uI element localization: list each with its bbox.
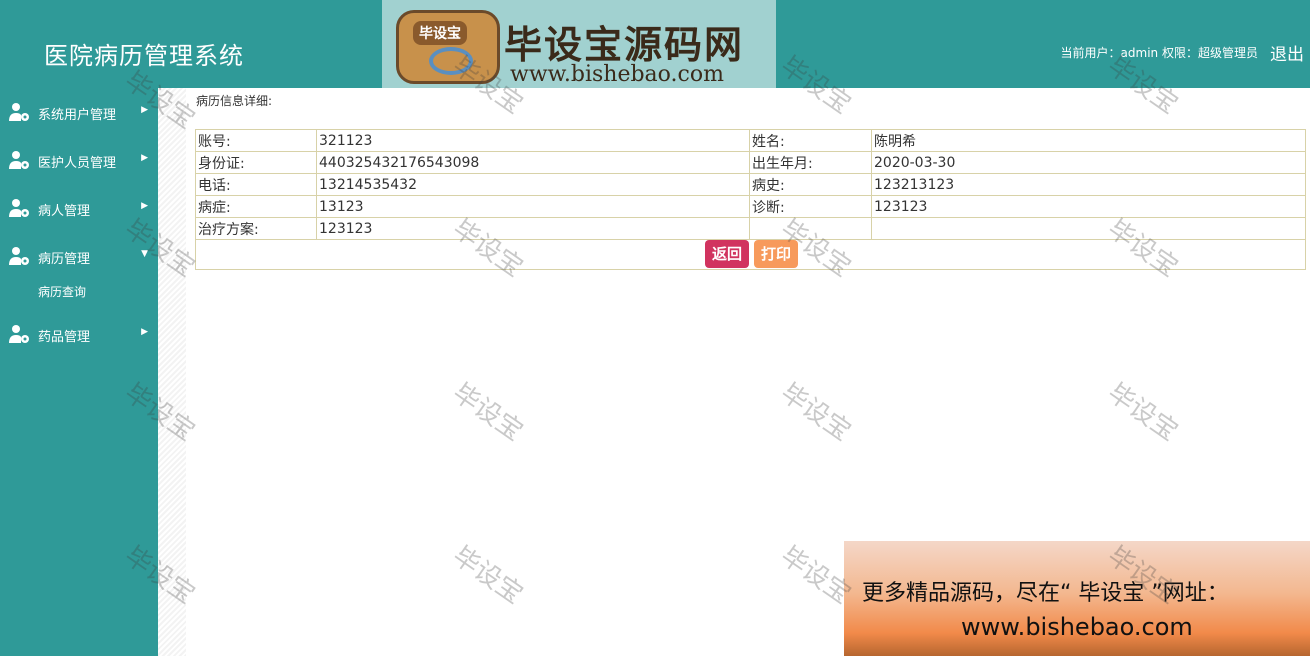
record-detail-table: 账号: 321123 姓名: 陈明希 身份证: 4403254321765430… <box>195 129 1306 240</box>
sidebar-item-medical-staff[interactable]: 医护人员管理 ▶ <box>0 142 158 178</box>
logout-link[interactable]: 退出 <box>1270 40 1304 65</box>
field-label: 诊断: <box>749 195 872 218</box>
user-gear-icon <box>9 103 29 121</box>
watermark-logo-icon: 毕设宝 <box>396 10 500 84</box>
field-label: 电话: <box>195 173 317 196</box>
table-row: 治疗方案: 123123 <box>195 217 1306 240</box>
field-label: 治疗方案: <box>195 217 317 240</box>
field-label <box>749 217 872 240</box>
promo-banner-text: 更多精品源码，尽在“ 毕设宝 ”网址： <box>862 581 1229 606</box>
sidebar-item-system-users[interactable]: 系统用户管理 ▶ <box>0 94 158 130</box>
field-label: 账号: <box>195 129 317 152</box>
caret-down-icon: ▼ <box>141 249 148 259</box>
sidebar-item-medical-records[interactable]: 病历管理 ▼ <box>0 238 158 274</box>
header-bar: 医院病历管理系统 毕设宝 毕设宝源码网 www.bishebao.com 当前用… <box>0 0 1310 88</box>
table-row: 身份证: 440325432176543098 出生年月: 2020-03-30 <box>195 151 1306 174</box>
promo-banner: 更多精品源码，尽在“ 毕设宝 ”网址： www.bishebao.com <box>844 541 1310 656</box>
back-button[interactable]: 返回 <box>705 240 749 268</box>
sidebar-item-label: 药品管理 <box>38 330 91 345</box>
permission-value: 超级管理员 <box>1197 46 1258 60</box>
watermark-logo-ring <box>429 47 473 75</box>
watermark-logo-text: 毕设宝 <box>413 21 467 45</box>
page: 医院病历管理系统 毕设宝 毕设宝源码网 www.bishebao.com 当前用… <box>0 0 1310 656</box>
user-gear-icon <box>9 151 29 169</box>
promo-banner-url: www.bishebao.com <box>961 613 1193 641</box>
watermark-text: 毕设宝 <box>1102 377 1184 448</box>
caret-right-icon: ▶ <box>141 105 148 115</box>
field-value: 2020-03-30 <box>871 151 1306 174</box>
field-label: 身份证: <box>195 151 317 174</box>
caret-right-icon: ▶ <box>141 327 148 337</box>
app-title: 医院病历管理系统 <box>44 42 244 70</box>
sidebar: 系统用户管理 ▶ 医护人员管理 ▶ 病人管理 ▶ 病历管理 ▼ 病历查询 药品管… <box>0 88 158 656</box>
user-gear-icon <box>9 325 29 343</box>
sidebar-divider <box>158 88 186 656</box>
current-user: admin <box>1120 46 1159 60</box>
table-row: 账号: 321123 姓名: 陈明希 <box>195 129 1306 152</box>
submenu-item-record-query[interactable]: 病历查询 <box>38 283 86 300</box>
watermark-text: 毕设宝 <box>775 377 857 448</box>
permission-label: 权限： <box>1161 46 1198 60</box>
caret-right-icon: ▶ <box>141 201 148 211</box>
table-row: 电话: 13214535432 病史: 123213123 <box>195 173 1306 196</box>
sidebar-item-label: 医护人员管理 <box>38 156 117 171</box>
field-value: 123213123 <box>871 173 1306 196</box>
caret-right-icon: ▶ <box>141 153 148 163</box>
field-value: 123123 <box>871 195 1306 218</box>
sidebar-item-label: 病历管理 <box>38 252 91 267</box>
field-label: 出生年月: <box>749 151 872 174</box>
field-value: 陈明希 <box>871 129 1306 152</box>
print-button[interactable]: 打印 <box>754 240 798 268</box>
sidebar-item-medicine[interactable]: 药品管理 ▶ <box>0 316 158 352</box>
field-value <box>871 217 1306 240</box>
watermark-url: www.bishebao.com <box>510 62 724 87</box>
user-gear-icon <box>9 247 29 265</box>
watermark-text: 毕设宝 <box>447 377 529 448</box>
field-label: 姓名: <box>749 129 872 152</box>
user-gear-icon <box>9 199 29 217</box>
sidebar-item-patients[interactable]: 病人管理 ▶ <box>0 190 158 226</box>
content-title: 病历信息详细: <box>196 94 273 108</box>
field-value: 13214535432 <box>316 173 750 196</box>
watermark-logo-banner: 毕设宝 毕设宝源码网 www.bishebao.com <box>382 0 776 88</box>
field-label: 病症: <box>195 195 317 218</box>
watermark-brand: 毕设宝源码网 <box>504 23 745 67</box>
field-value: 321123 <box>316 129 750 152</box>
sidebar-item-label: 病人管理 <box>38 204 91 219</box>
sidebar-item-label: 系统用户管理 <box>38 108 117 123</box>
current-user-label: 当前用户： <box>1060 46 1121 60</box>
action-row: 返回 打印 <box>195 238 1306 270</box>
user-info: 当前用户：admin 权限：超级管理员 <box>1061 44 1258 61</box>
table-row: 病症: 13123 诊断: 123123 <box>195 195 1306 218</box>
field-value: 13123 <box>316 195 750 218</box>
field-value: 440325432176543098 <box>316 151 750 174</box>
field-label: 病史: <box>749 173 872 196</box>
watermark-text: 毕设宝 <box>447 540 529 611</box>
field-value: 123123 <box>316 217 750 240</box>
